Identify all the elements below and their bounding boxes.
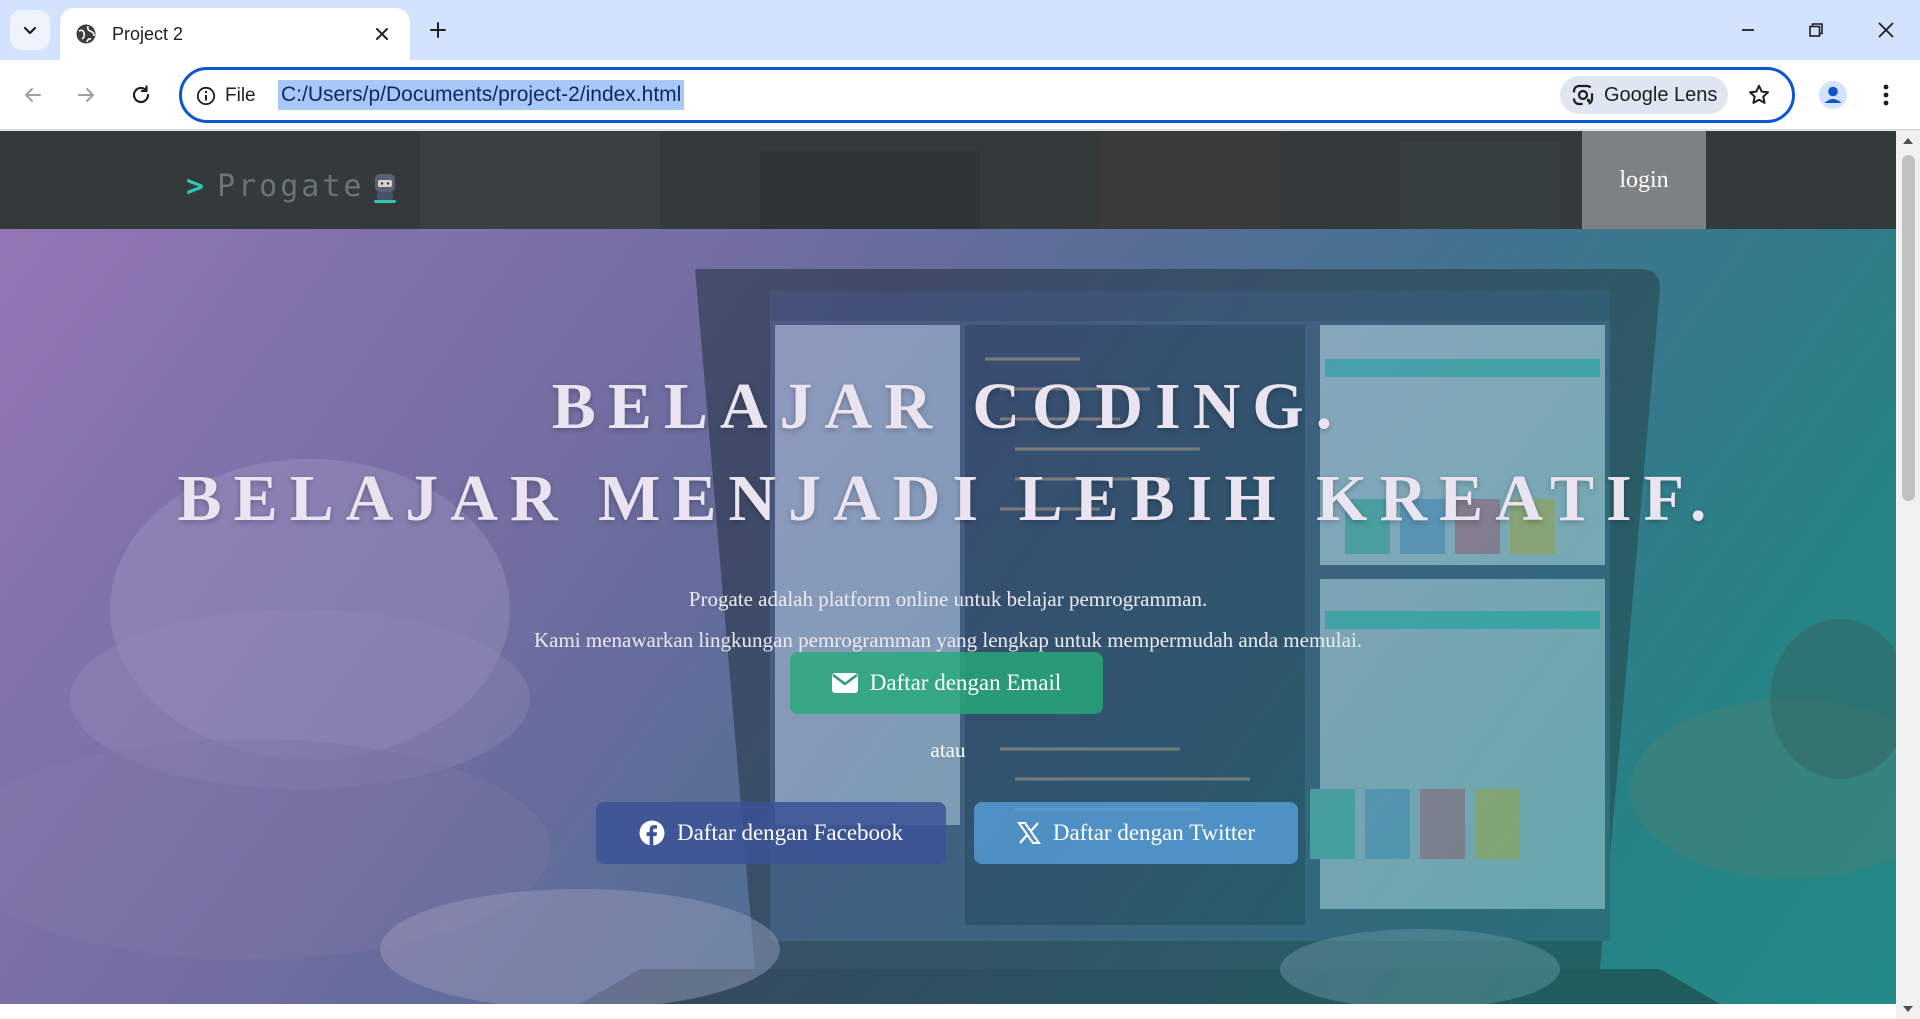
site-info-label: File bbox=[225, 85, 256, 106]
login-button[interactable]: login bbox=[1582, 131, 1706, 229]
reload-button[interactable] bbox=[121, 75, 161, 115]
minimize-icon bbox=[1742, 29, 1754, 31]
profile-button[interactable] bbox=[1812, 74, 1854, 116]
site-info-button[interactable]: File bbox=[196, 83, 256, 109]
hero-title-line-1: BELAJAR CODING. bbox=[551, 370, 1345, 443]
logo-text: Progate bbox=[217, 169, 365, 204]
tab-search-button[interactable] bbox=[10, 10, 50, 50]
restore-button[interactable] bbox=[1794, 10, 1838, 50]
hero-description-line-2: Kami menawarkan lingkungan pemrogramman … bbox=[533, 628, 1363, 652]
lens-icon bbox=[1572, 84, 1594, 106]
signup-twitter-label: Daftar dengan Twitter bbox=[1052, 820, 1256, 845]
tab-title: Project 2 bbox=[112, 23, 184, 44]
ninja-mascot-icon bbox=[373, 173, 396, 203]
forward-button[interactable] bbox=[66, 75, 106, 115]
page-bottom-edge bbox=[0, 1004, 1896, 1019]
url-text[interactable]: C:/Users/p/Documents/project-2/index.htm… bbox=[278, 80, 685, 110]
restore-icon bbox=[1809, 23, 1823, 37]
browser-menu-button[interactable] bbox=[1870, 74, 1902, 116]
scroll-up-arrow-icon[interactable] bbox=[1896, 131, 1920, 151]
signup-email-label: Daftar dengan Email bbox=[869, 670, 1062, 695]
envelope-icon bbox=[831, 673, 858, 693]
address-bar[interactable]: File C:/Users/p/Documents/project-2/inde… bbox=[179, 67, 1795, 123]
back-arrow-icon bbox=[25, 88, 41, 102]
plus-icon bbox=[430, 22, 446, 38]
progate-logo[interactable]: > Progate bbox=[186, 169, 399, 204]
more-vert-icon bbox=[1883, 84, 1889, 106]
minimize-button[interactable] bbox=[1726, 10, 1770, 50]
scrollbar-thumb[interactable] bbox=[1902, 155, 1915, 501]
browser-toolbar: File C:/Users/p/Documents/project-2/inde… bbox=[0, 60, 1920, 130]
bookmark-button[interactable] bbox=[1742, 78, 1776, 112]
site-header: > Progate login bbox=[0, 131, 1896, 229]
hero-description-line-1: Progate adalah platform online untuk bel… bbox=[688, 587, 1208, 611]
google-lens-button[interactable]: Google Lens bbox=[1560, 76, 1728, 114]
reload-icon bbox=[132, 85, 150, 104]
vertical-scrollbar[interactable] bbox=[1896, 131, 1920, 1019]
signup-facebook-label: Daftar dengan Facebook bbox=[676, 820, 904, 845]
new-tab-button[interactable] bbox=[422, 14, 454, 46]
logo-arrow: > bbox=[186, 169, 208, 204]
facebook-icon bbox=[639, 820, 665, 846]
hero-content: BELAJAR CODING. BELAJAR MENJADI LEBIH KR… bbox=[0, 229, 1896, 1004]
star-icon bbox=[1749, 84, 1769, 104]
close-icon[interactable] bbox=[368, 20, 396, 48]
info-icon bbox=[196, 86, 216, 106]
profile-icon bbox=[1819, 81, 1847, 109]
hero-title-line-2: BELAJAR MENJADI LEBIH KREATIF. bbox=[177, 462, 1719, 535]
tab-strip: Project 2 bbox=[0, 0, 1920, 60]
signup-email-button[interactable]: Daftar dengan Email bbox=[790, 652, 1103, 714]
scroll-down-arrow-icon[interactable] bbox=[1896, 999, 1920, 1019]
page-viewport: > Progate login BELAJAR CODING. BELAJAR … bbox=[0, 131, 1896, 1004]
close-window-icon bbox=[1878, 22, 1894, 38]
globe-icon bbox=[74, 22, 98, 46]
tab-project-2[interactable]: Project 2 bbox=[60, 8, 410, 60]
x-twitter-icon bbox=[1016, 821, 1041, 845]
chevron-down-icon bbox=[23, 26, 37, 35]
forward-arrow-icon bbox=[78, 88, 94, 102]
signup-facebook-button[interactable]: Daftar dengan Facebook bbox=[596, 802, 946, 864]
close-window-button[interactable] bbox=[1864, 10, 1908, 50]
separator-text: atau bbox=[930, 738, 966, 762]
hero-section: BELAJAR CODING. BELAJAR MENJADI LEBIH KR… bbox=[0, 229, 1896, 1004]
back-button[interactable] bbox=[13, 75, 53, 115]
signup-twitter-button[interactable]: Daftar dengan Twitter bbox=[974, 802, 1298, 864]
lens-label: Google Lens bbox=[1604, 83, 1718, 106]
